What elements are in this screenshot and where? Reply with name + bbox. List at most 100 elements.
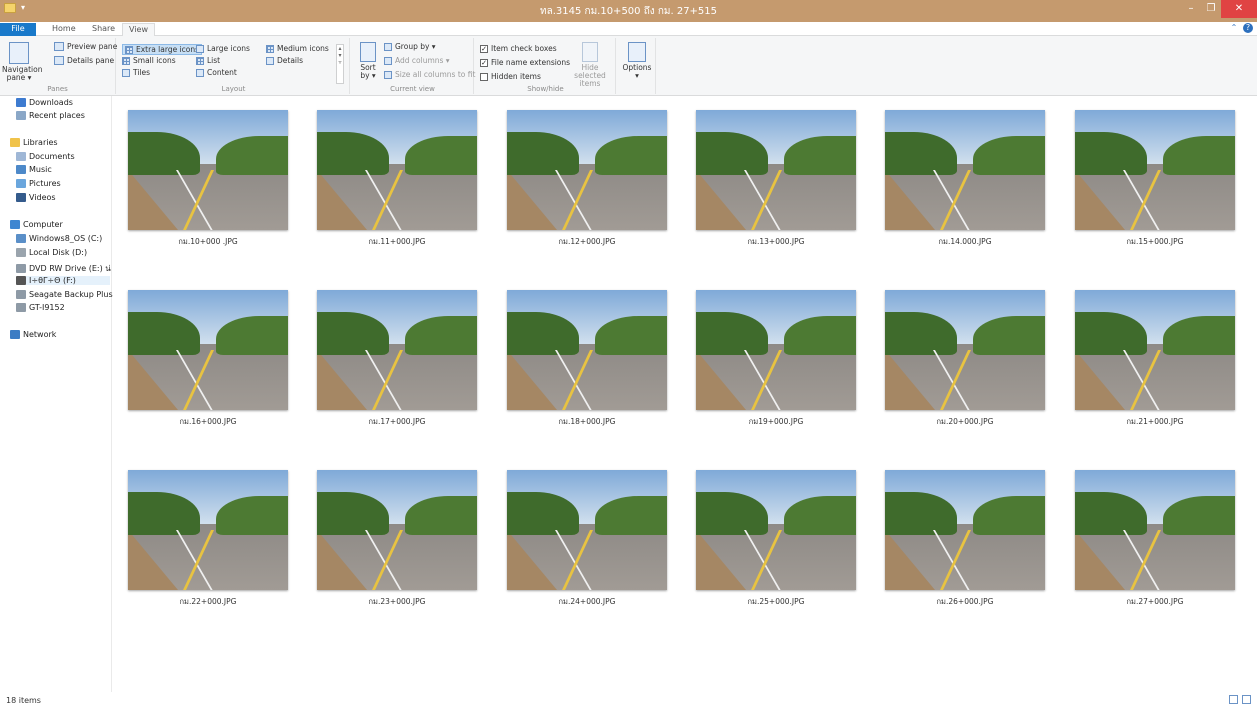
nav-item-label: Seagate Backup Plus [29, 290, 113, 299]
list-option[interactable]: List [196, 56, 220, 65]
details-view-icon[interactable] [1229, 695, 1238, 704]
hidden-items-label: Hidden items [491, 72, 541, 81]
navigation-pane-button[interactable]: Navigation pane ▾ [2, 42, 42, 82]
content-label: Content [207, 68, 237, 77]
ribbon: Navigation pane ▾ Preview pane Details p… [0, 36, 1257, 96]
file-name: กม.22+000.JPG [179, 597, 237, 606]
hide-selected-items-button[interactable]: Hide selected items [566, 42, 614, 88]
hidden-items-toggle[interactable]: Hidden items [480, 72, 541, 81]
drive-icon [16, 290, 26, 299]
file-thumbnail[interactable]: กม.12+000.JPG [507, 110, 667, 250]
small-icons-option[interactable]: Small icons [122, 56, 176, 65]
nav-item-seagate[interactable]: Seagate Backup Plus [16, 290, 126, 299]
tab-share[interactable]: Share [86, 23, 121, 36]
file-thumbnail[interactable]: กม.11+000.JPG [317, 110, 477, 250]
nav-item-computer[interactable]: Computer [10, 220, 120, 229]
nav-item-pictures[interactable]: Pictures [16, 179, 126, 188]
file-thumbnail[interactable]: กม.27+000.JPG [1075, 470, 1235, 610]
photo-preview [128, 110, 288, 230]
nav-item-drive-f[interactable]: I÷θΓ÷Θ (F:) [16, 276, 110, 285]
navigation-pane-label: Navigation pane ▾ [2, 65, 43, 82]
file-thumbnail[interactable]: กม.18+000.JPG [507, 290, 667, 430]
tab-view[interactable]: View [122, 23, 155, 36]
layout-scrollbar[interactable]: ▴ ▾ ▿ [336, 44, 344, 84]
expand-ribbon-icon[interactable]: ⌃ [1229, 23, 1239, 33]
file-thumbnail[interactable]: กม.24+000.JPG [507, 470, 667, 610]
file-thumbnail[interactable]: กม.13+000.JPG [696, 110, 856, 250]
large-icons-view-icon[interactable] [1242, 695, 1251, 704]
show-hide-group-label: Show/hide [527, 85, 564, 93]
nav-item-drive-d[interactable]: Local Disk (D:) [16, 248, 126, 257]
help-icon[interactable]: ? [1243, 23, 1253, 33]
navigation-pane: Downloads Recent places Libraries Docume… [0, 96, 113, 692]
nav-item-videos[interactable]: Videos [16, 193, 126, 202]
medium-icons-option[interactable]: Medium icons [266, 44, 329, 53]
checked-checkbox-icon: ✓ [480, 44, 488, 53]
add-columns-button[interactable]: Add columns ▾ [384, 56, 450, 65]
group-by-button[interactable]: Group by ▾ [384, 42, 436, 51]
options-button[interactable]: Options ▾ [622, 42, 652, 80]
nav-item-label: GT-I9152 [29, 303, 65, 312]
preview-pane-icon [54, 42, 64, 51]
preview-pane-button[interactable]: Preview pane [54, 42, 117, 51]
options-label: Options ▾ [622, 63, 652, 80]
sort-icon [360, 42, 376, 62]
photo-preview [696, 110, 856, 230]
file-thumbnail[interactable]: กม.14.000.JPG [885, 110, 1045, 250]
nav-item-drive-c[interactable]: Windows8_OS (C:) [16, 234, 126, 243]
file-name: กม.18+000.JPG [558, 417, 616, 426]
file-name-extensions-toggle[interactable]: ✓ File name extensions [480, 58, 570, 67]
file-thumbnail[interactable]: กม.15+000.JPG [1075, 110, 1235, 250]
close-button[interactable]: ✕ [1221, 0, 1257, 18]
nav-item-drive-e[interactable]: DVD RW Drive (E:) น่ [16, 262, 126, 275]
nav-item-label: DVD RW Drive (E:) น่ [29, 264, 111, 273]
nav-item-libraries[interactable]: Libraries [10, 138, 120, 147]
large-icons-option[interactable]: Large icons [196, 44, 250, 53]
drive-icon [16, 234, 26, 243]
nav-item-downloads[interactable]: Downloads [16, 98, 126, 107]
nav-item-network[interactable]: Network [10, 330, 120, 339]
photo-preview [128, 290, 288, 410]
tab-file[interactable]: File [0, 23, 36, 36]
content-option[interactable]: Content [196, 68, 237, 77]
minimize-button[interactable]: – [1181, 0, 1201, 18]
file-thumbnail[interactable]: กม.22+000.JPG [128, 470, 288, 610]
details-icon [266, 56, 274, 65]
details-option[interactable]: Details [266, 56, 303, 65]
extra-large-icons-option[interactable]: Extra large icons [122, 44, 203, 55]
tab-home[interactable]: Home [46, 23, 82, 36]
file-thumbnail[interactable]: กม.16+000.JPG [128, 290, 288, 430]
libraries-icon [10, 138, 20, 147]
nav-item-label: Libraries [23, 138, 58, 147]
nav-item-recent-places[interactable]: Recent places [16, 111, 126, 120]
details-pane-button[interactable]: Details pane [54, 56, 114, 65]
item-check-boxes-toggle[interactable]: ✓ Item check boxes [480, 44, 557, 53]
small-icons-icon [122, 56, 130, 65]
nav-item-label: Documents [29, 152, 75, 161]
usb-drive-icon [16, 276, 26, 285]
tiles-option[interactable]: Tiles [122, 68, 150, 77]
file-thumbnail[interactable]: กม.20+000.JPG [885, 290, 1045, 430]
status-bar: 18 items [0, 692, 1257, 709]
file-thumbnail[interactable]: กม.10+000 .JPG [128, 110, 288, 250]
file-thumbnail[interactable]: กม.21+000.JPG [1075, 290, 1235, 430]
file-thumbnail[interactable]: กม19+000.JPG [696, 290, 856, 430]
nav-item-label: Recent places [29, 111, 85, 120]
file-thumbnail[interactable]: กม.17+000.JPG [317, 290, 477, 430]
downloads-icon [16, 98, 26, 107]
file-thumbnail[interactable]: กม.25+000.JPG [696, 470, 856, 610]
nav-item-label: Pictures [29, 179, 61, 188]
maximize-button[interactable]: ❐ [1201, 0, 1221, 18]
file-name: กม.24+000.JPG [558, 597, 616, 606]
sort-by-button[interactable]: Sort by ▾ [356, 42, 380, 80]
photo-preview [885, 110, 1045, 230]
file-thumbnail[interactable]: กม.26+000.JPG [885, 470, 1045, 610]
nav-item-documents[interactable]: Documents [16, 152, 126, 161]
music-icon [16, 165, 26, 174]
file-name: กม.13+000.JPG [747, 237, 805, 246]
file-thumbnail[interactable]: กม.23+000.JPG [317, 470, 477, 610]
file-grid: กม.10+000 .JPG กม.11+000.JPG กม.12+000.JPG… [113, 96, 1257, 692]
nav-item-gt-i9152[interactable]: GT-I9152 [16, 303, 126, 312]
size-all-columns-button[interactable]: Size all columns to fit [384, 70, 475, 79]
nav-item-music[interactable]: Music [16, 165, 126, 174]
